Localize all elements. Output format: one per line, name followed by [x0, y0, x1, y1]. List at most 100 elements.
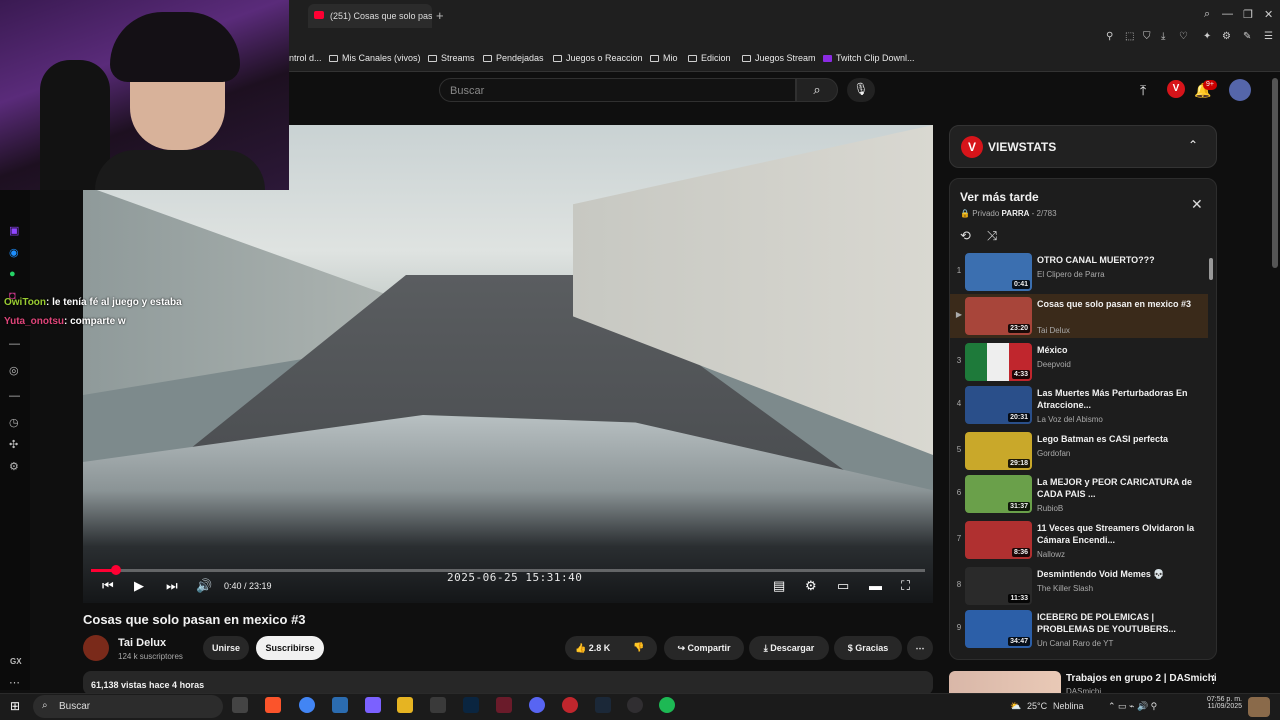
next-icon[interactable]: ⏭	[166, 578, 178, 594]
bookmark-folder[interactable]: Pendejadas	[483, 53, 544, 63]
shuffle-icon[interactable]: ⤨	[987, 228, 997, 244]
spotify-icon[interactable]	[659, 697, 675, 713]
photoshop-icon[interactable]	[463, 697, 479, 713]
play-icon[interactable]: ▶	[134, 578, 144, 594]
bookmark-folder[interactable]: Juegos Stream	[742, 53, 816, 63]
twitch-icon[interactable]: ▣	[9, 224, 19, 237]
playlist-item[interactable]: 3 4:33 México Deepvoid	[950, 340, 1208, 384]
new-tab-button[interactable]: +	[436, 8, 444, 23]
bookmark-folder[interactable]: Mis Canales (vivos)	[329, 53, 421, 63]
search-button[interactable]: ⌕	[796, 78, 838, 102]
close-window-icon[interactable]: ✕	[1264, 8, 1273, 21]
upload-icon[interactable]: ⤒	[1140, 82, 1146, 99]
search-input[interactable]: Buscar	[439, 78, 796, 102]
download-icon[interactable]: ⤓	[1161, 31, 1165, 42]
description-box[interactable]: 61,138 vistas hace 4 horas	[83, 671, 933, 695]
chrome-icon[interactable]	[299, 697, 315, 713]
subscribe-button[interactable]: Suscribirse	[256, 636, 324, 660]
bookmark-folder[interactable]: Streams	[428, 53, 475, 63]
thumbs-down-icon[interactable]: 👎	[633, 642, 644, 653]
minimize-icon[interactable]: —	[1222, 8, 1233, 20]
playlist-item[interactable]: 4 20:31 Las Muertes Más Perturbadoras En…	[950, 383, 1208, 427]
playlist-owner[interactable]: PARRA	[1002, 209, 1030, 218]
bookmark-item[interactable]: ntrol d...	[289, 53, 322, 63]
download-button[interactable]: ⤓ Descargar	[749, 636, 829, 660]
extensions-icon[interactable]: ✦	[1203, 31, 1211, 42]
fullscreen-icon[interactable]: ⛶	[901, 578, 910, 594]
scrollbar-thumb[interactable]	[1209, 258, 1213, 280]
playlist-item[interactable]: 7 8:36 11 Veces que Streamers Olvidaron …	[950, 518, 1208, 562]
brave-icon[interactable]	[265, 697, 281, 713]
playlist-item[interactable]: 8 11:33 Desmintiendo Void Memes 💀 The Ki…	[950, 564, 1208, 608]
captions-icon[interactable]: ▤	[773, 578, 785, 594]
page-scrollbar[interactable]	[1272, 78, 1278, 268]
store-icon[interactable]	[430, 697, 446, 713]
viewstats-extension-button[interactable]: V	[1167, 80, 1185, 98]
file-explorer-icon[interactable]	[397, 697, 413, 713]
discord-icon[interactable]	[529, 697, 545, 713]
clock-icon[interactable]: ◷	[9, 416, 19, 429]
notification-center-icon[interactable]	[1248, 697, 1270, 717]
close-icon[interactable]: ✕	[1191, 196, 1203, 213]
bookmark-folder[interactable]: Mio	[650, 53, 678, 63]
pin-icon[interactable]: ⚲	[1106, 31, 1113, 42]
recommended-title[interactable]: Trabajos en grupo 2 | DASmichi	[1066, 673, 1217, 684]
search-tabs-icon[interactable]: ⌕	[1204, 8, 1210, 21]
thanks-button[interactable]: $ Gracias	[834, 636, 902, 660]
channel-name[interactable]: Tai Delux	[118, 637, 166, 649]
more-actions-button[interactable]: ⋯	[907, 636, 933, 660]
capture-icon[interactable]: ⬚	[1125, 31, 1134, 42]
settings-icon[interactable]: ⚙	[1222, 31, 1231, 42]
heart-icon[interactable]: ♡	[1179, 31, 1188, 42]
join-button[interactable]: Unirse	[203, 636, 249, 660]
chevron-up-icon[interactable]: ⌃	[1188, 138, 1198, 152]
vegas-icon[interactable]	[332, 697, 348, 713]
previous-icon[interactable]: ⏮	[102, 578, 114, 594]
settings-gear-icon[interactable]: ⚙	[9, 460, 19, 473]
share-button[interactable]: ↪ Compartir	[664, 636, 744, 660]
windows-start-icon[interactable]: ⊞	[10, 699, 20, 713]
more-icon[interactable]: —	[9, 338, 20, 350]
dash-icon[interactable]: —	[9, 390, 20, 402]
thumbs-up-icon[interactable]: 👍	[575, 643, 586, 653]
messenger-icon[interactable]: ◉	[9, 246, 19, 259]
whatsapp-icon[interactable]: ●	[9, 268, 16, 280]
tray-overflow-icon[interactable]: ⌃ ▭ ⌁ 🔊 ⚲	[1108, 701, 1157, 712]
volume-icon[interactable]: 🔊	[196, 578, 212, 594]
shield-icon[interactable]: ⛉	[1143, 31, 1151, 42]
puzzle-icon[interactable]: ✣	[9, 438, 18, 451]
steam-icon[interactable]	[595, 697, 611, 713]
playlist-item[interactable]: 9 34:47 ICEBERG DE POLEMICAS | PROBLEMAS…	[950, 607, 1208, 651]
app-icon[interactable]	[496, 697, 512, 713]
opera-gx-icon[interactable]	[562, 697, 578, 713]
bookmark-item[interactable]: Twitch Clip Downl...	[823, 53, 915, 63]
browser-tab[interactable]: (251) Cosas que solo pasan en mexico #3 …	[308, 4, 432, 28]
settings-icon[interactable]: ⚙	[805, 578, 817, 594]
playlist-scrollbar[interactable]	[1208, 250, 1214, 655]
play-circle-icon[interactable]: ◎	[9, 364, 19, 377]
account-avatar[interactable]	[1229, 79, 1251, 101]
maximize-icon[interactable]: ❐	[1243, 8, 1253, 21]
playlist-item-current[interactable]: ▶ 23:20 Cosas que solo pasan en mexico #…	[950, 294, 1208, 338]
playlist-item[interactable]: 6 31:37 La MEJOR y PEOR CARICATURA de CA…	[950, 472, 1208, 516]
menu-icon[interactable]: ☰	[1264, 31, 1273, 42]
bookmark-folder[interactable]: Edicion	[688, 53, 731, 63]
channel-avatar[interactable]	[83, 635, 109, 661]
loop-icon[interactable]: ⟲	[960, 228, 971, 244]
customize-icon[interactable]: ✎	[1243, 31, 1251, 42]
obs-icon[interactable]	[627, 697, 643, 713]
taskbar-search[interactable]: ⌕ Buscar	[33, 695, 223, 718]
clock[interactable]: 07:56 p. m. 11/09/2025	[1200, 696, 1242, 710]
seek-bar[interactable]	[91, 565, 925, 575]
task-view-icon[interactable]	[232, 697, 248, 713]
playlist-item[interactable]: 1 0:41 OTRO CANAL MUERTO??? El Clipero d…	[950, 250, 1208, 294]
voice-search-button[interactable]: 🎙	[847, 78, 875, 102]
playlist-title[interactable]: Ver más tarde	[960, 190, 1039, 204]
more-options-icon[interactable]: ⋯	[9, 676, 20, 689]
theater-mode-icon[interactable]: ▬	[869, 578, 882, 593]
miniplayer-icon[interactable]: ▭	[837, 578, 849, 594]
seek-bar-handle[interactable]	[111, 565, 122, 575]
video-player[interactable]: 2025-06-25 15:31:40 ⏮ ▶ ⏭ 🔊 0:40 / 23:19…	[83, 125, 933, 603]
more-vert-icon[interactable]: ⋮	[1208, 673, 1219, 686]
copilot-icon[interactable]	[365, 697, 381, 713]
